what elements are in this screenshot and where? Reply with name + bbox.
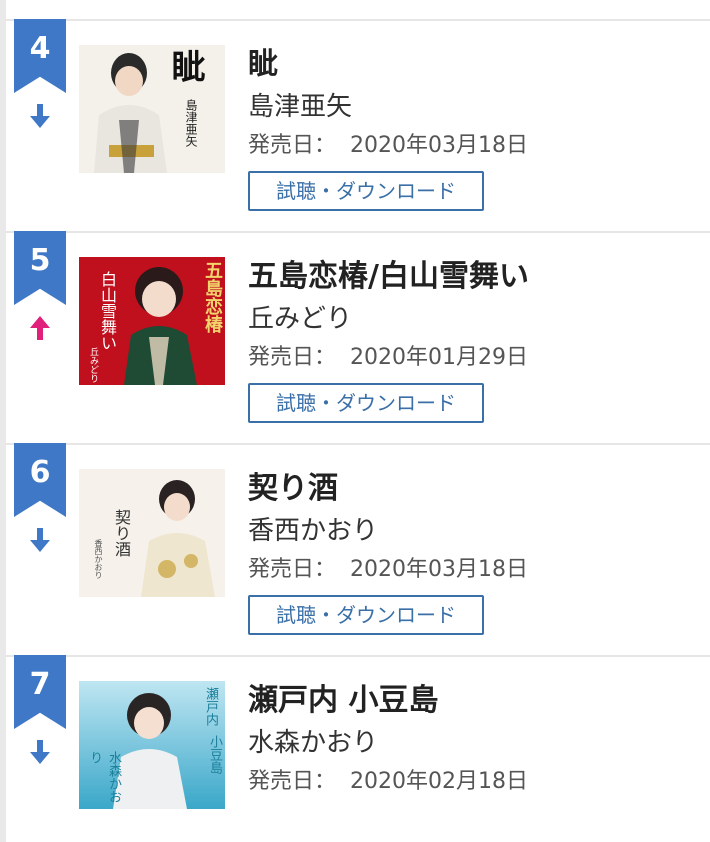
release-date: 発売日： 2020年02月18日 [248, 767, 528, 797]
listen-download-button[interactable]: 試聴・ダウンロード [248, 383, 484, 423]
release-date-value: 2020年02月18日 [350, 769, 528, 794]
release-date-value: 2020年03月18日 [350, 133, 528, 158]
release-label: 発売日： [248, 769, 337, 794]
album-jacket[interactable]: 眦 島津亜矢 [79, 45, 225, 173]
jacket-title: 眦 [165, 49, 205, 83]
ranking-item-4[interactable]: 4 眦 島津亜矢 眦 島津亜矢 発売日： 2020年03月18日 試聴・ダウンロー… [6, 19, 710, 233]
song-title[interactable]: 眦 [248, 47, 278, 83]
ranking-item-5[interactable]: 5 五島恋椿 白山雪舞い 丘みどり 五島恋椿/白山雪舞い 丘みどり 発売日： 20… [6, 231, 710, 445]
jacket-title: 契り酒 [112, 509, 131, 557]
rank-number: 7 [29, 667, 51, 702]
listen-download-button[interactable]: 試聴・ダウンロード [248, 171, 484, 211]
artist-name[interactable]: 島津亜矢 [248, 91, 352, 123]
album-jacket[interactable]: 瀬戸内 小豆島 水森かおり [79, 681, 225, 809]
artist-name[interactable]: 水森かおり [248, 727, 378, 759]
jacket-title: 五島恋椿 [202, 261, 223, 333]
jacket-subtitle: 白山雪舞い [98, 271, 117, 351]
release-date-value: 2020年03月18日 [350, 557, 528, 582]
jacket-subtitle: 小豆島 [207, 735, 222, 774]
rank-number: 5 [29, 243, 51, 278]
song-title[interactable]: 五島恋椿/白山雪舞い [248, 259, 529, 295]
arrow-up-icon [30, 316, 50, 340]
artist-name[interactable]: 香西かおり [248, 515, 378, 547]
arrow-down-icon [30, 528, 50, 552]
release-date: 発売日： 2020年01月29日 [248, 343, 528, 373]
jacket-artist: 丘みどり [88, 347, 98, 383]
release-date-value: 2020年01月29日 [350, 345, 528, 370]
jacket-title: 瀬戸内 [203, 687, 218, 726]
jacket-artist: 水森かおり [87, 751, 121, 803]
song-title[interactable]: 契り酒 [248, 471, 338, 507]
release-label: 発売日： [248, 133, 337, 158]
album-jacket[interactable]: 契り酒 香西かおり [79, 469, 225, 597]
release-date: 発売日： 2020年03月18日 [248, 131, 528, 161]
release-label: 発売日： [248, 557, 337, 582]
rank-number: 6 [29, 455, 51, 490]
artist-name[interactable]: 丘みどり [248, 303, 352, 335]
ranking-item-7[interactable]: 7 瀬戸内 小豆島 水森かおり 瀬戸内 小豆島 水森かおり 発売日： 2020年0… [6, 655, 710, 842]
arrow-down-icon [30, 740, 50, 764]
jacket-artist: 島津亜矢 [184, 99, 198, 147]
album-jacket[interactable]: 五島恋椿 白山雪舞い 丘みどり [79, 257, 225, 385]
ranking-item-6[interactable]: 6 契り酒 香西かおり 契り酒 香西かおり 発売日： 2020年03月18日 試聴… [6, 443, 710, 657]
release-date: 発売日： 2020年03月18日 [248, 555, 528, 585]
release-label: 発売日： [248, 345, 337, 370]
rank-number: 4 [29, 31, 51, 66]
jacket-artist: 香西かおり [94, 539, 103, 579]
listen-download-button[interactable]: 試聴・ダウンロード [248, 595, 484, 635]
song-title[interactable]: 瀬戸内 小豆島 [248, 683, 438, 719]
arrow-down-icon [30, 104, 50, 128]
